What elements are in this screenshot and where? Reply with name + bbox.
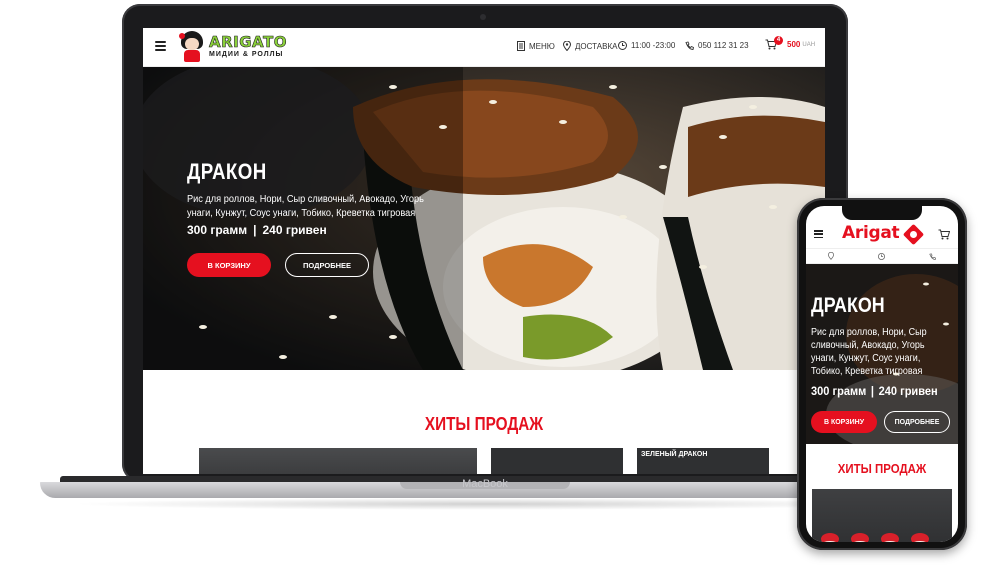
macbook-shadow xyxy=(70,498,900,510)
macbook-label: MacBook xyxy=(462,478,508,490)
mobile-hero-title: ДРАКОН xyxy=(811,294,885,317)
hero-banner: ДРАКОН Рис для роллов, Нори, Сыр сливочн… xyxy=(143,67,825,370)
site-logo[interactable]: ARIGATO МИДИИ & РОЛЛЫ xyxy=(179,30,287,64)
nav-menu[interactable]: МЕНЮ xyxy=(517,41,555,51)
location-pin-icon xyxy=(563,41,571,51)
bestsellers-title: ХИТЫ ПРОДАЖ xyxy=(424,414,544,434)
mobile-logo[interactable]: Arigat xyxy=(842,223,900,243)
clock-icon xyxy=(878,252,885,260)
iphone-notch xyxy=(842,206,922,220)
mobile-header: Arigat xyxy=(806,220,958,248)
hero-separator: | xyxy=(253,223,257,237)
mobile-add-to-cart-button[interactable]: В КОРЗИНУ xyxy=(811,411,877,433)
hero-meta: 300 грамм | 240 гривен xyxy=(187,223,327,237)
nav-hours-label: 11:00 -23:00 xyxy=(631,41,676,50)
product-card-3[interactable]: ЗЕЛЕНЫЙ ДРАКОН xyxy=(637,448,769,474)
mobile-more-info-button[interactable]: ПОДРОБНЕЕ xyxy=(884,411,950,433)
nav-hours: 11:00 -23:00 xyxy=(618,41,675,50)
product-card-1[interactable] xyxy=(199,448,477,474)
bestsellers-section: ХИТЫ ПРОДАЖ ЗЕЛЕНЫЙ ДРАКОН xyxy=(143,370,825,474)
logo-subtitle: МИДИИ & РОЛЛЫ xyxy=(209,51,284,58)
clock-icon xyxy=(618,41,627,50)
mobile-hamburger-icon[interactable] xyxy=(814,230,823,238)
hero-price: 240 гривен xyxy=(262,223,327,237)
geisha-logo-icon xyxy=(179,31,205,63)
mobile-hero-meta: 300 грамм | 240 гривен xyxy=(811,384,938,398)
mockup-stage: MacBook ARIGATO МИДИИ & РОЛЛЫ МЕНЮ ДОСТА… xyxy=(0,0,992,578)
mobile-product-card[interactable] xyxy=(812,489,952,542)
mobile-site: Arigat ДРАКОН Рис для роллов, Нори, Сыр … xyxy=(806,206,958,542)
logo-diamond-icon xyxy=(902,223,925,246)
nav-delivery[interactable]: ДОСТАВКА xyxy=(563,41,617,51)
nav-phone-label: 050 112 31 23 xyxy=(698,41,749,50)
hero-description: Рис для роллов, Нори, Сыр сливочный, Аво… xyxy=(187,194,424,219)
nav-phone[interactable]: 050 112 31 23 xyxy=(685,41,749,50)
cart-button[interactable]: 4 500 UAH xyxy=(765,36,816,50)
cart-count-badge: 4 xyxy=(774,36,783,45)
product-card-2[interactable] xyxy=(491,448,623,474)
mobile-hero-separator: | xyxy=(870,384,875,398)
hamburger-menu-icon[interactable] xyxy=(155,41,166,51)
location-pin-icon[interactable] xyxy=(828,252,834,260)
mobile-hero-description: Рис для роллов, Нори, Сыр сливочный, Аво… xyxy=(811,327,927,377)
phone-icon[interactable] xyxy=(929,252,936,260)
mobile-cart-icon[interactable] xyxy=(938,229,950,240)
hero-title: ДРАКОН xyxy=(187,159,267,184)
site-header: ARIGATO МИДИИ & РОЛЛЫ МЕНЮ ДОСТАВКА 11:0… xyxy=(143,28,825,67)
hero-weight: 300 грамм xyxy=(187,223,248,237)
phone-icon xyxy=(685,41,694,50)
product-card-3-title: ЗЕЛЕНЫЙ ДРАКОН xyxy=(641,451,708,458)
macbook-camera xyxy=(480,14,486,20)
menu-doc-icon xyxy=(517,41,525,51)
nav-menu-label: МЕНЮ xyxy=(529,41,555,51)
mobile-hero: ДРАКОН Рис для роллов, Нори, Сыр сливочн… xyxy=(806,264,958,444)
logo-text: ARIGATO xyxy=(209,33,287,51)
cart-currency: UAH xyxy=(802,41,816,48)
cart-total: 500 xyxy=(787,40,801,49)
sushi-pieces-image xyxy=(821,533,929,542)
mobile-info-bar xyxy=(806,248,958,264)
more-info-button[interactable]: ПОДРОБНЕЕ xyxy=(285,253,369,277)
mobile-hero-price: 240 гривен xyxy=(878,384,938,398)
nav-delivery-label: ДОСТАВКА xyxy=(575,41,618,51)
mobile-bestsellers-title: ХИТЫ ПРОДАЖ xyxy=(837,461,927,476)
desktop-site: ARIGATO МИДИИ & РОЛЛЫ МЕНЮ ДОСТАВКА 11:0… xyxy=(143,28,825,474)
add-to-cart-button[interactable]: В КОРЗИНУ xyxy=(187,253,271,277)
mobile-hero-weight: 300 грамм xyxy=(811,384,867,398)
